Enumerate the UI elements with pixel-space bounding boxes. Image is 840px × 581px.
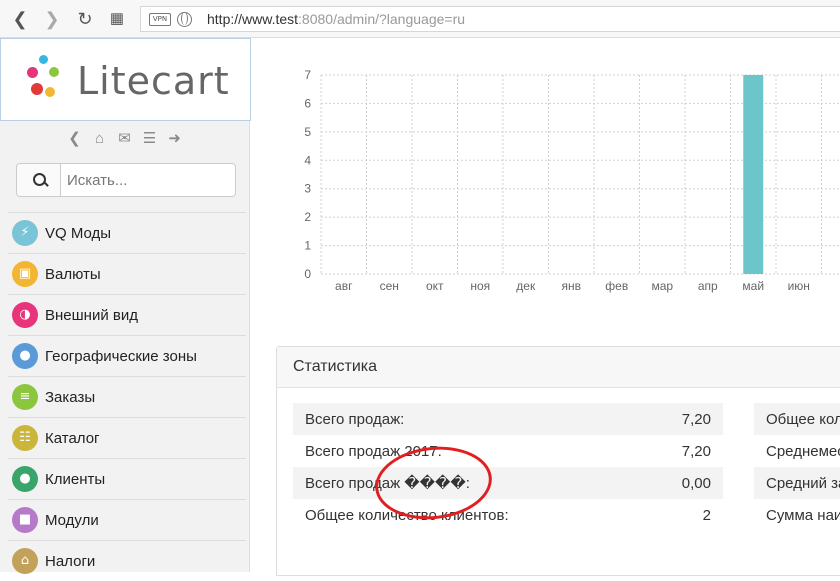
stats-table-secondary: Общее количество Среднемесячный Средний за… bbox=[754, 403, 840, 531]
logo-dot-icon bbox=[39, 55, 48, 64]
money-icon: ▣ bbox=[12, 261, 38, 287]
sidebar-item-label: Клиенты bbox=[45, 470, 106, 488]
sidebar-item[interactable]: ⚡ VQ Моды bbox=[8, 212, 246, 253]
sidebar-item-label: Географические зоны bbox=[45, 347, 197, 365]
sidebar-item[interactable]: ⌂ Налоги bbox=[8, 540, 246, 581]
sidebar-item[interactable]: ◑ Внешний вид bbox=[8, 294, 246, 335]
forward-icon[interactable]: ❯ bbox=[40, 7, 64, 31]
stat-row: Средний заказ bbox=[754, 467, 840, 499]
stat-row: Всего продаж 2017: 7,20 bbox=[293, 435, 723, 467]
grid-icon: ☷ bbox=[12, 425, 38, 451]
stat-row: Всего продаж: 7,20 bbox=[293, 403, 723, 435]
chart-bar[interactable] bbox=[743, 75, 764, 274]
stat-row: Общее количество клиентов: 2 bbox=[293, 499, 723, 531]
stat-row: Среднемесячный bbox=[766, 442, 840, 460]
stat-label: Всего продаж ����: bbox=[305, 475, 470, 492]
envelope-icon[interactable]: ✉ bbox=[116, 130, 133, 147]
sidebar-item[interactable]: ■ Модули bbox=[8, 499, 246, 540]
x-tick-label: янв bbox=[562, 279, 582, 293]
y-tick-label: 0 bbox=[304, 267, 311, 281]
search-icon[interactable] bbox=[17, 164, 61, 196]
stat-label: Всего продаж 2017: bbox=[305, 442, 442, 460]
x-tick-label: май bbox=[742, 279, 764, 293]
stat-value: 7,20 bbox=[681, 410, 711, 428]
x-tick-label: окт bbox=[426, 279, 444, 293]
user-icon: ● bbox=[12, 466, 38, 492]
sidebar: Litecart ❮ ⌂ ✉ ☰ ➜ ⚡ VQ Моды ▣ Валюты ◑ Внешн… bbox=[0, 38, 251, 574]
sidebar-menu: ⚡ VQ Моды ▣ Валюты ◑ Внешний вид ● Географическ… bbox=[8, 212, 246, 581]
sales-chart: 0 1 2 3 4 5 6 7 авг сен окт ноя дек янв фев мар апр май ию… bbox=[304, 68, 840, 293]
url-text[interactable]: http://www.test:8080/admin/?language=ru bbox=[207, 11, 465, 27]
sidebar-item-label: Валюты bbox=[45, 265, 101, 283]
address-bar[interactable]: VPN http://www.test:8080/admin/?language… bbox=[140, 6, 840, 32]
browser-toolbar: ❮ ❯ ↻ ▦ VPN http://www.test:8080/admin/?… bbox=[0, 0, 840, 38]
database-icon[interactable]: ☰ bbox=[141, 130, 158, 147]
x-tick-label: авг bbox=[335, 279, 353, 293]
adjust-icon: ◑ bbox=[12, 302, 38, 328]
sidebar-item-label: Каталог bbox=[45, 429, 100, 447]
sidebar-item[interactable]: ☷ Каталог bbox=[8, 417, 246, 458]
search-input[interactable] bbox=[67, 169, 227, 191]
sidebar-item-label: VQ Моды bbox=[45, 224, 112, 242]
y-tick-label: 7 bbox=[304, 68, 311, 82]
x-tick-label: мар bbox=[651, 279, 673, 293]
sidebar-item[interactable]: ▣ Валюты bbox=[8, 253, 246, 294]
stat-row: Всего продаж ����: 0,00 bbox=[293, 467, 723, 499]
back-icon[interactable]: ❮ bbox=[8, 7, 32, 31]
stat-value: 2 bbox=[702, 506, 711, 524]
reload-icon[interactable]: ↻ bbox=[73, 7, 97, 31]
cart-icon: ≡ bbox=[12, 384, 38, 410]
y-tick-label: 4 bbox=[304, 153, 311, 167]
sidebar-item-label: Налоги bbox=[45, 552, 96, 570]
sidebar-item-label: Заказы bbox=[45, 388, 96, 406]
y-tick-label: 3 bbox=[304, 182, 311, 196]
stat-value: 7,20 bbox=[681, 442, 711, 460]
y-tick-label: 5 bbox=[304, 125, 311, 139]
home-icon[interactable]: ⌂ bbox=[91, 130, 108, 147]
stats-table: Всего продаж: 7,20 Всего продаж 2017: 7,20 В… bbox=[293, 403, 723, 531]
statistics-panel: Статистика Всего продаж: 7,20 Всего продаж… bbox=[276, 346, 840, 576]
logo-dot-icon bbox=[27, 67, 38, 78]
logo-text: Litecart bbox=[77, 59, 230, 103]
sidebar-item[interactable]: ● Клиенты bbox=[8, 458, 246, 499]
x-tick-label: фев bbox=[605, 279, 628, 293]
x-tick-label: июн bbox=[788, 279, 810, 293]
sidebar-item-label: Модули bbox=[45, 511, 99, 529]
x-tick-label: дек bbox=[516, 279, 536, 293]
x-tick-label: ноя bbox=[470, 279, 490, 293]
sidebar-item[interactable]: ≡ Заказы bbox=[8, 376, 246, 417]
stat-label: Всего продаж: bbox=[305, 410, 405, 428]
y-tick-label: 6 bbox=[304, 96, 311, 110]
stat-row: Общее количество bbox=[754, 403, 840, 435]
y-tick-label: 2 bbox=[304, 210, 311, 224]
quick-links: ❮ ⌂ ✉ ☰ ➜ bbox=[66, 130, 183, 148]
tabs-grid-icon[interactable]: ▦ bbox=[105, 7, 129, 31]
sign-out-icon[interactable]: ➜ bbox=[166, 130, 183, 147]
vpn-badge[interactable]: VPN bbox=[149, 13, 171, 26]
stat-row: Сумма наибольшего bbox=[766, 506, 840, 524]
stat-value: 0,00 bbox=[681, 474, 711, 492]
logo[interactable]: Litecart bbox=[0, 38, 251, 121]
bank-icon: ⌂ bbox=[12, 548, 38, 574]
logo-dot-icon bbox=[31, 83, 43, 95]
search-box bbox=[16, 163, 236, 197]
y-tick-label: 1 bbox=[304, 239, 311, 253]
sidebar-item-label: Внешний вид bbox=[45, 306, 138, 324]
chevron-left-icon[interactable]: ❮ bbox=[66, 130, 83, 147]
cube-icon: ■ bbox=[12, 507, 38, 533]
panel-title: Статистика bbox=[277, 347, 840, 388]
plug-icon: ⚡ bbox=[12, 220, 38, 246]
logo-dot-icon bbox=[49, 67, 59, 77]
stat-label: Общее количество клиентов: bbox=[305, 506, 509, 524]
x-tick-label: сен bbox=[380, 279, 399, 293]
globe-icon bbox=[177, 12, 192, 27]
globe-icon: ● bbox=[12, 343, 38, 369]
logo-dot-icon bbox=[45, 87, 55, 97]
sidebar-item[interactable]: ● Географические зоны bbox=[8, 335, 246, 376]
x-tick-label: апр bbox=[698, 279, 718, 293]
